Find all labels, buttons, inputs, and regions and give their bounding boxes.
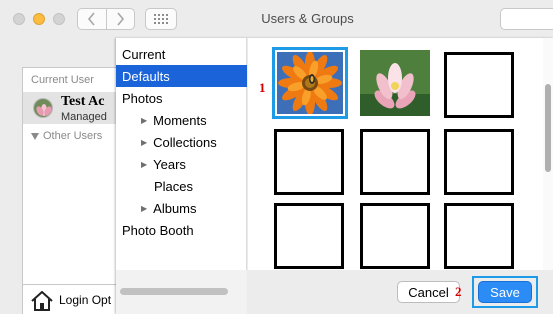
- cancel-button[interactable]: Cancel: [397, 281, 460, 303]
- picture-grid: [248, 38, 553, 270]
- source-years[interactable]: ▶ Years: [116, 153, 247, 175]
- show-all-button[interactable]: [145, 8, 177, 30]
- other-users-label: Other Users: [43, 130, 103, 142]
- scrollbar-thumb[interactable]: [120, 288, 228, 295]
- title-bar: Users & Groups: [0, 0, 553, 38]
- nav-buttons: [77, 8, 135, 30]
- picture-picker-sheet: Current Defaults Photos ▶ Moments ▶ Collec…: [116, 38, 553, 314]
- avatar: [33, 98, 53, 118]
- source-defaults[interactable]: Defaults: [116, 65, 247, 87]
- lotus-flower-image: [360, 50, 430, 116]
- other-users-heading[interactable]: Other Users: [31, 130, 102, 142]
- disclosure-triangle-icon[interactable]: ▶: [141, 138, 147, 147]
- zoom-button[interactable]: [53, 13, 65, 25]
- source-photo-booth[interactable]: Photo Booth: [116, 219, 247, 241]
- close-button[interactable]: [13, 13, 25, 25]
- search-field[interactable]: [500, 8, 553, 30]
- save-button[interactable]: Save: [478, 281, 532, 303]
- source-places[interactable]: Places: [116, 175, 247, 197]
- source-photos[interactable]: Photos: [116, 87, 247, 109]
- source-list-scrollbar[interactable]: [116, 270, 247, 314]
- source-label: Current: [122, 46, 166, 62]
- picture-slot-empty[interactable]: [444, 203, 514, 269]
- step-marker-1: 1: [259, 80, 266, 95]
- disclosure-triangle-icon[interactable]: ▶: [141, 204, 147, 213]
- user-name: Test Ac: [61, 94, 105, 109]
- source-label: Photo Booth: [122, 222, 194, 238]
- picture-slot-empty[interactable]: [274, 203, 344, 269]
- picture-grid-scrollbar[interactable]: [543, 38, 553, 270]
- disclosure-triangle-icon[interactable]: ▶: [141, 160, 147, 169]
- source-moments[interactable]: ▶ Moments: [116, 109, 247, 131]
- gerbera-flower-image: [277, 51, 343, 115]
- source-label: Defaults: [122, 68, 170, 84]
- back-button[interactable]: [78, 9, 106, 29]
- source-current[interactable]: Current: [116, 43, 247, 65]
- picture-orange-gerbera[interactable]: [272, 47, 348, 119]
- window-title: Users & Groups: [261, 11, 354, 26]
- users-list-panel: Current User Test Ac Managed Other Users: [22, 67, 122, 314]
- grid-icon: [154, 14, 168, 24]
- scrollbar-thumb[interactable]: [545, 84, 551, 172]
- source-label: Places: [154, 178, 194, 194]
- forward-icon: [117, 12, 125, 26]
- source-label: Photos: [122, 90, 163, 106]
- picture-slot-empty[interactable]: [360, 129, 430, 195]
- source-albums[interactable]: ▶ Albums: [116, 197, 247, 219]
- login-options-label: Login Opt: [59, 293, 112, 307]
- step-marker-2: 2: [455, 284, 462, 299]
- picture-slot-empty[interactable]: [444, 52, 514, 118]
- disclosure-triangle-icon[interactable]: ▶: [141, 116, 147, 125]
- current-user-heading: Current User: [31, 74, 94, 86]
- user-status: Managed: [61, 111, 107, 123]
- source-list: Current Defaults Photos ▶ Moments ▶ Collec…: [116, 38, 247, 270]
- forward-button[interactable]: [105, 9, 135, 29]
- source-label: Collections: [153, 134, 217, 150]
- house-icon: [31, 291, 53, 311]
- source-label: Years: [153, 156, 186, 172]
- picture-pink-lotus[interactable]: [360, 50, 430, 116]
- source-label: Moments: [153, 112, 207, 128]
- users-groups-window: Users & Groups Current User Test Ac Mana…: [0, 0, 553, 314]
- minimize-button[interactable]: [33, 13, 45, 25]
- triangle-down-icon: [31, 132, 39, 140]
- picture-slot-empty[interactable]: [274, 129, 344, 195]
- back-icon: [87, 12, 95, 26]
- picture-slot-empty[interactable]: [444, 129, 514, 195]
- picture-slot-empty[interactable]: [360, 203, 430, 269]
- source-collections[interactable]: ▶ Collections: [116, 131, 247, 153]
- user-row[interactable]: Test Ac Managed: [23, 92, 122, 124]
- source-label: Albums: [153, 200, 197, 216]
- login-options-item[interactable]: Login Opt: [23, 284, 122, 314]
